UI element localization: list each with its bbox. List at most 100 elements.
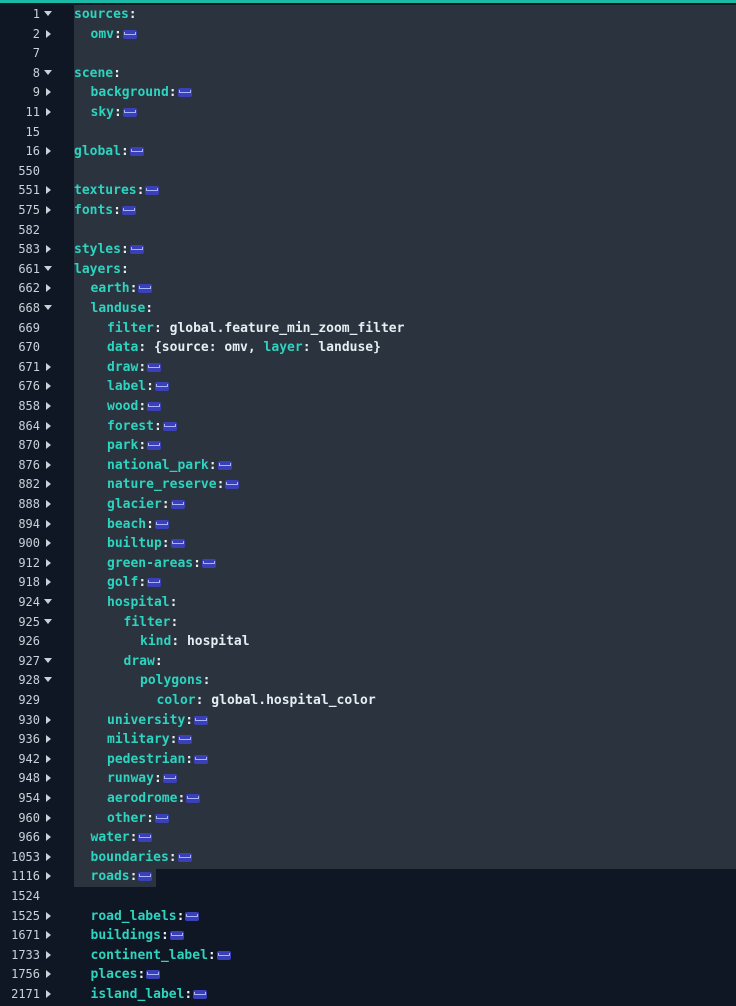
fold-collapsed-icon[interactable] [46, 480, 51, 489]
folded-content-icon[interactable] [194, 754, 209, 764]
code-line[interactable]: 1756 places: [0, 965, 736, 985]
fold-collapsed-icon[interactable] [46, 754, 51, 763]
code-line[interactable]: 912 green-areas: [0, 554, 736, 574]
folded-content-icon[interactable] [162, 421, 177, 431]
folded-content-icon[interactable] [225, 480, 240, 490]
code-line[interactable]: 942 pedestrian: [0, 750, 736, 770]
code-line[interactable]: 1116 roads: [0, 867, 736, 887]
fold-collapsed-icon[interactable] [46, 931, 51, 940]
fold-expanded-icon[interactable] [44, 305, 52, 310]
code-line[interactable]: 870 park: [0, 436, 736, 456]
folded-content-icon[interactable] [194, 715, 209, 725]
code-line[interactable]: 2171 island_label: [0, 985, 736, 1005]
fold-collapsed-icon[interactable] [46, 108, 51, 116]
code-line[interactable]: 894 beach: [0, 515, 736, 535]
code-line[interactable]: 2 omv: [0, 25, 736, 45]
fold-collapsed-icon[interactable] [46, 872, 51, 881]
fold-collapsed-icon[interactable] [46, 990, 51, 998]
fold-collapsed-icon[interactable] [46, 578, 51, 587]
code-line[interactable]: 927 draw: [0, 652, 736, 672]
code-line[interactable]: 864 forest: [0, 417, 736, 437]
fold-collapsed-icon[interactable] [46, 402, 51, 410]
folded-content-icon[interactable] [146, 970, 161, 980]
fold-expanded-icon[interactable] [44, 11, 52, 16]
folded-content-icon[interactable] [162, 774, 177, 784]
fold-collapsed-icon[interactable] [46, 911, 51, 920]
folded-content-icon[interactable] [170, 500, 185, 509]
code-line[interactable]: 668 landuse: [0, 299, 736, 319]
folded-content-icon[interactable] [129, 147, 144, 157]
fold-collapsed-icon[interactable] [46, 147, 51, 156]
folded-content-icon[interactable] [169, 931, 184, 941]
fold-collapsed-icon[interactable] [46, 29, 51, 38]
folded-content-icon[interactable] [170, 539, 185, 549]
folded-content-icon[interactable] [147, 362, 162, 372]
folded-content-icon[interactable] [216, 950, 231, 960]
code-line[interactable]: 551 textures: [0, 181, 736, 201]
folded-content-icon[interactable] [217, 460, 232, 470]
code-line[interactable]: 1671 buildings: [0, 926, 736, 946]
folded-content-icon[interactable] [129, 245, 144, 255]
folded-content-icon[interactable] [122, 29, 137, 39]
code-line[interactable]: 671 draw: [0, 358, 736, 378]
code-line[interactable]: 16 global: [0, 142, 736, 162]
folded-content-icon[interactable] [193, 990, 208, 999]
fold-collapsed-icon[interactable] [46, 460, 51, 469]
fold-collapsed-icon[interactable] [46, 500, 51, 508]
code-line[interactable]: 954 aerodrome: [0, 789, 736, 809]
fold-collapsed-icon[interactable] [46, 794, 51, 802]
fold-collapsed-icon[interactable] [46, 206, 51, 214]
code-line[interactable]: 929 color: global.hospital_color [0, 691, 736, 711]
fold-collapsed-icon[interactable] [46, 421, 51, 430]
code-line[interactable]: 876 national_park: [0, 456, 736, 476]
folded-content-icon[interactable] [154, 382, 169, 392]
folded-content-icon[interactable] [186, 794, 201, 803]
folded-content-icon[interactable] [178, 735, 193, 745]
code-editor[interactable]: 1 sources: 2 omv: 7 8 scene: 9 background: 11 sky:… [0, 0, 736, 1006]
fold-collapsed-icon[interactable] [46, 735, 51, 744]
code-line[interactable]: 676 label: [0, 377, 736, 397]
fold-collapsed-icon[interactable] [46, 539, 51, 548]
fold-collapsed-icon[interactable] [46, 970, 51, 979]
fold-collapsed-icon[interactable] [46, 88, 51, 97]
fold-collapsed-icon[interactable] [46, 441, 51, 450]
fold-expanded-icon[interactable] [44, 599, 52, 604]
fold-expanded-icon[interactable] [44, 618, 52, 624]
code-line[interactable]: 1525 road_labels: [0, 907, 736, 927]
folded-content-icon[interactable] [201, 558, 216, 568]
fold-expanded-icon[interactable] [44, 69, 52, 75]
fold-collapsed-icon[interactable] [46, 382, 51, 391]
folded-content-icon[interactable] [147, 441, 162, 451]
fold-collapsed-icon[interactable] [46, 519, 51, 528]
folded-content-icon[interactable] [121, 206, 136, 215]
code-line[interactable]: 948 runway: [0, 769, 736, 789]
fold-collapsed-icon[interactable] [46, 284, 51, 293]
code-line[interactable]: 7 [0, 44, 736, 64]
folded-content-icon[interactable] [145, 186, 160, 196]
code-line[interactable]: 15 [0, 123, 736, 143]
code-line[interactable]: 918 golf: [0, 573, 736, 593]
code-line[interactable]: 900 builtup: [0, 534, 736, 554]
fold-collapsed-icon[interactable] [46, 833, 51, 842]
folded-content-icon[interactable] [138, 833, 153, 843]
code-line[interactable]: 1053 boundaries: [0, 848, 736, 868]
code-line[interactable]: 550 [0, 162, 736, 182]
code-line[interactable]: 669 filter: global.feature_min_zoom_filte… [0, 319, 736, 339]
folded-content-icon[interactable] [154, 813, 169, 823]
folded-content-icon[interactable] [154, 519, 169, 529]
code-line[interactable]: 1733 continent_label: [0, 946, 736, 966]
fold-expanded-icon[interactable] [44, 677, 52, 683]
folded-content-icon[interactable] [177, 88, 192, 98]
fold-collapsed-icon[interactable] [46, 362, 51, 371]
code-line[interactable]: 583 styles: [0, 240, 736, 260]
code-line[interactable]: 930 university: [0, 711, 736, 731]
code-line[interactable]: 661 layers: [0, 260, 736, 280]
code-line[interactable]: 670 data: {source: omv, layer: landuse} [0, 338, 736, 358]
code-line[interactable]: 960 other: [0, 809, 736, 829]
code-line[interactable]: 8 scene: [0, 64, 736, 84]
code-line[interactable]: 858 wood: [0, 397, 736, 417]
code-line[interactable]: 924 hospital: [0, 593, 736, 613]
fold-collapsed-icon[interactable] [46, 186, 51, 195]
code-line[interactable]: 926 kind: hospital [0, 632, 736, 652]
code-line[interactable]: 966 water: [0, 828, 736, 848]
